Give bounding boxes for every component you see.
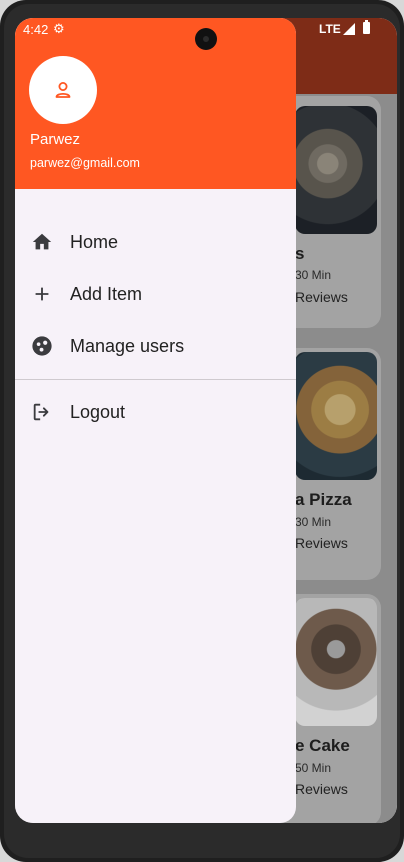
card-title: a Pizza <box>295 490 352 509</box>
food-image <box>295 598 377 726</box>
status-time: 4:42 <box>23 22 49 37</box>
card-title: e Cake <box>295 736 350 755</box>
food-image <box>295 106 377 234</box>
card-time: 30 Min <box>295 268 332 282</box>
battery-icon <box>363 20 370 34</box>
card-time: 30 Min <box>295 515 332 529</box>
user-email: parwez@gmail.com <box>30 156 140 170</box>
drawer-header: Parwez parwez@gmail.com <box>15 18 296 189</box>
logout-icon <box>33 403 49 421</box>
settings-gear-icon: ⚙ <box>53 21 65 36</box>
card-reviews: Reviews <box>295 289 348 305</box>
logout-label: Logout <box>70 402 126 422</box>
divider <box>15 379 296 380</box>
person-icon <box>55 82 71 98</box>
screen: s 30 Min Reviews a Pizza 30 Min Reviews … <box>15 18 397 823</box>
menu-item-manage-users[interactable]: Manage users <box>15 322 296 370</box>
food-image <box>295 352 377 480</box>
menu-item-home[interactable]: Home <box>15 218 296 266</box>
card-reviews: Reviews <box>295 535 348 551</box>
manage-users-icon <box>32 336 52 356</box>
menu-item-label: Add Item <box>70 284 143 304</box>
card-title: s <box>295 244 305 263</box>
device-bezel: s 30 Min Reviews a Pizza 30 Min Reviews … <box>4 4 400 858</box>
home-icon <box>32 233 52 250</box>
network-type: LTE <box>319 22 341 36</box>
add-icon <box>35 287 49 301</box>
navigation-drawer: Parwez parwez@gmail.com Home Add Item Ma… <box>15 18 296 823</box>
front-camera <box>195 28 217 50</box>
card-time: 50 Min <box>295 761 332 775</box>
avatar <box>29 56 97 124</box>
signal-icon <box>343 23 355 35</box>
card-reviews: Reviews <box>295 781 348 797</box>
user-name: Parwez <box>30 131 81 148</box>
device-frame: s 30 Min Reviews a Pizza 30 Min Reviews … <box>0 0 404 862</box>
menu-item-logout[interactable]: Logout <box>15 388 296 436</box>
menu-item-label: Manage users <box>70 336 185 356</box>
menu-item-label: Home <box>70 232 119 252</box>
menu-item-add-item[interactable]: Add Item <box>15 270 296 318</box>
